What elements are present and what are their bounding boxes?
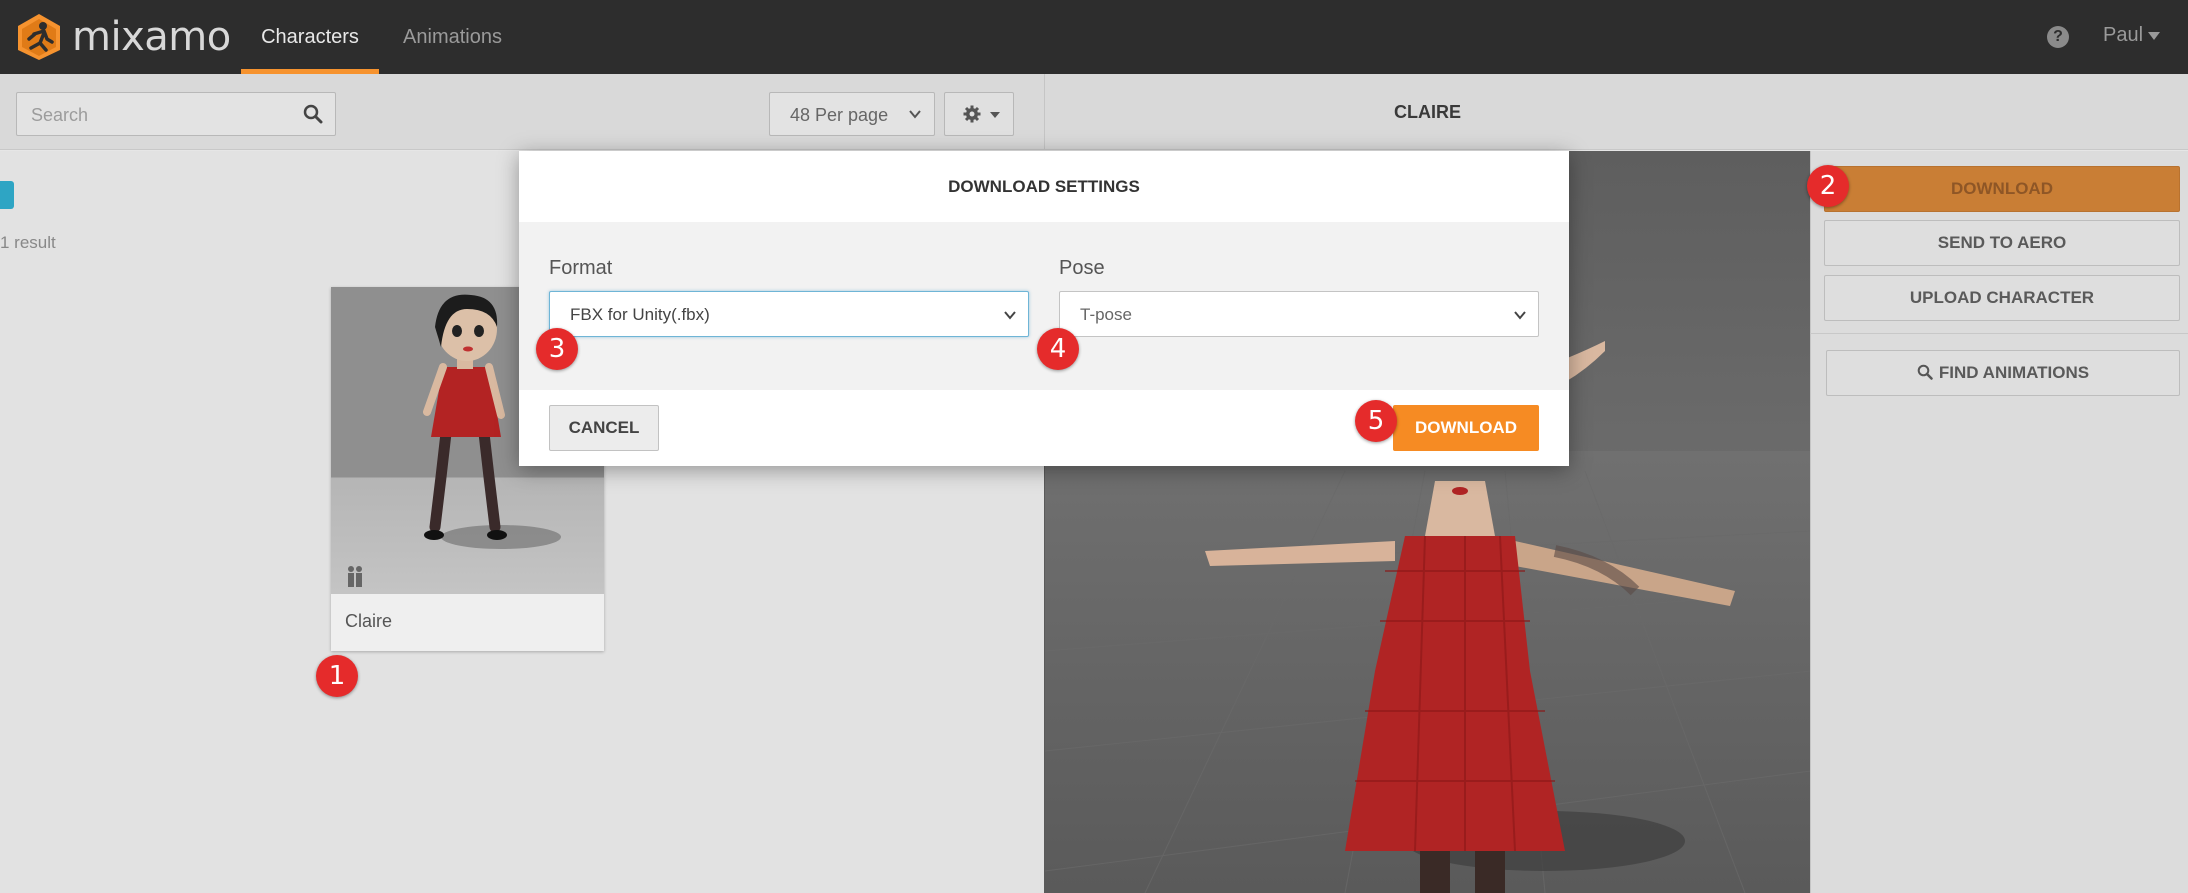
per-page-select[interactable]: 48 Per page <box>769 92 935 136</box>
viewer-header: CLAIRE <box>1044 74 1810 150</box>
character-name: Claire <box>345 611 393 631</box>
format-label: Format <box>549 257 613 279</box>
format-value: FBX for Unity(.fbx) <box>570 305 710 324</box>
format-select[interactable]: FBX for Unity(.fbx) <box>549 291 1029 337</box>
brand-name: mixamo <box>72 14 231 60</box>
mixamo-logo-icon <box>18 14 60 60</box>
find-animations-label: FIND ANIMATIONS <box>1938 363 2090 382</box>
gear-icon <box>963 105 981 123</box>
dialog-title: DOWNLOAD SETTINGS <box>948 177 1140 196</box>
chevron-down-icon <box>909 110 921 119</box>
tab-characters[interactable]: Characters <box>241 0 379 74</box>
send-to-aero-button[interactable]: SEND TO AERO <box>1824 220 2180 266</box>
viewer-title: CLAIRE <box>1394 102 1461 122</box>
search-icon[interactable] <box>303 104 323 124</box>
dialog-header: DOWNLOAD SETTINGS <box>519 151 1569 222</box>
download-settings-dialog: DOWNLOAD SETTINGS Format Pose FBX for Un… <box>519 151 1569 466</box>
result-count: 1 result <box>0 233 56 252</box>
per-page-value: 48 Per page <box>790 105 889 125</box>
pose-label: Pose <box>1059 257 1105 279</box>
tab-animations[interactable]: Animations <box>400 0 505 74</box>
search-icon <box>1917 364 1933 380</box>
download-button[interactable]: DOWNLOAD <box>1824 166 2180 212</box>
upload-character-button[interactable]: UPLOAD CHARACTER <box>1824 275 2180 321</box>
pose-select[interactable]: T-pose <box>1059 291 1539 337</box>
search-input[interactable]: Search <box>16 92 336 136</box>
user-menu[interactable]: Paul <box>2103 24 2161 47</box>
chevron-down-icon <box>1004 311 1016 320</box>
mixamo-logo[interactable]: mixamo <box>16 12 231 62</box>
filter-tag[interactable] <box>0 181 14 209</box>
find-animations-button[interactable]: FIND ANIMATIONS <box>1826 350 2180 396</box>
search-placeholder: Search <box>31 105 89 125</box>
pose-value: T-pose <box>1080 305 1132 324</box>
divider <box>1810 333 2188 334</box>
step-badge-1: 1 <box>316 655 358 697</box>
dialog-download-button[interactable]: DOWNLOAD <box>1393 405 1539 451</box>
actions-header <box>1810 74 2188 150</box>
step-badge-3: 3 <box>536 328 578 370</box>
step-badge-5: 5 <box>1355 400 1397 442</box>
chevron-down-icon <box>1514 311 1526 320</box>
people-icon <box>348 566 362 587</box>
caret-down-icon <box>2148 31 2161 40</box>
help-icon[interactable]: ? <box>2047 26 2069 48</box>
top-navbar: mixamo Characters Animations ? Paul <box>0 0 2188 74</box>
user-name: Paul <box>2103 24 2144 46</box>
step-badge-4: 4 <box>1037 328 1079 370</box>
settings-dropdown-button[interactable] <box>944 92 1014 136</box>
step-badge-2: 2 <box>1807 165 1849 207</box>
cancel-button[interactable]: CANCEL <box>549 405 659 451</box>
caret-down-icon <box>990 112 1000 118</box>
